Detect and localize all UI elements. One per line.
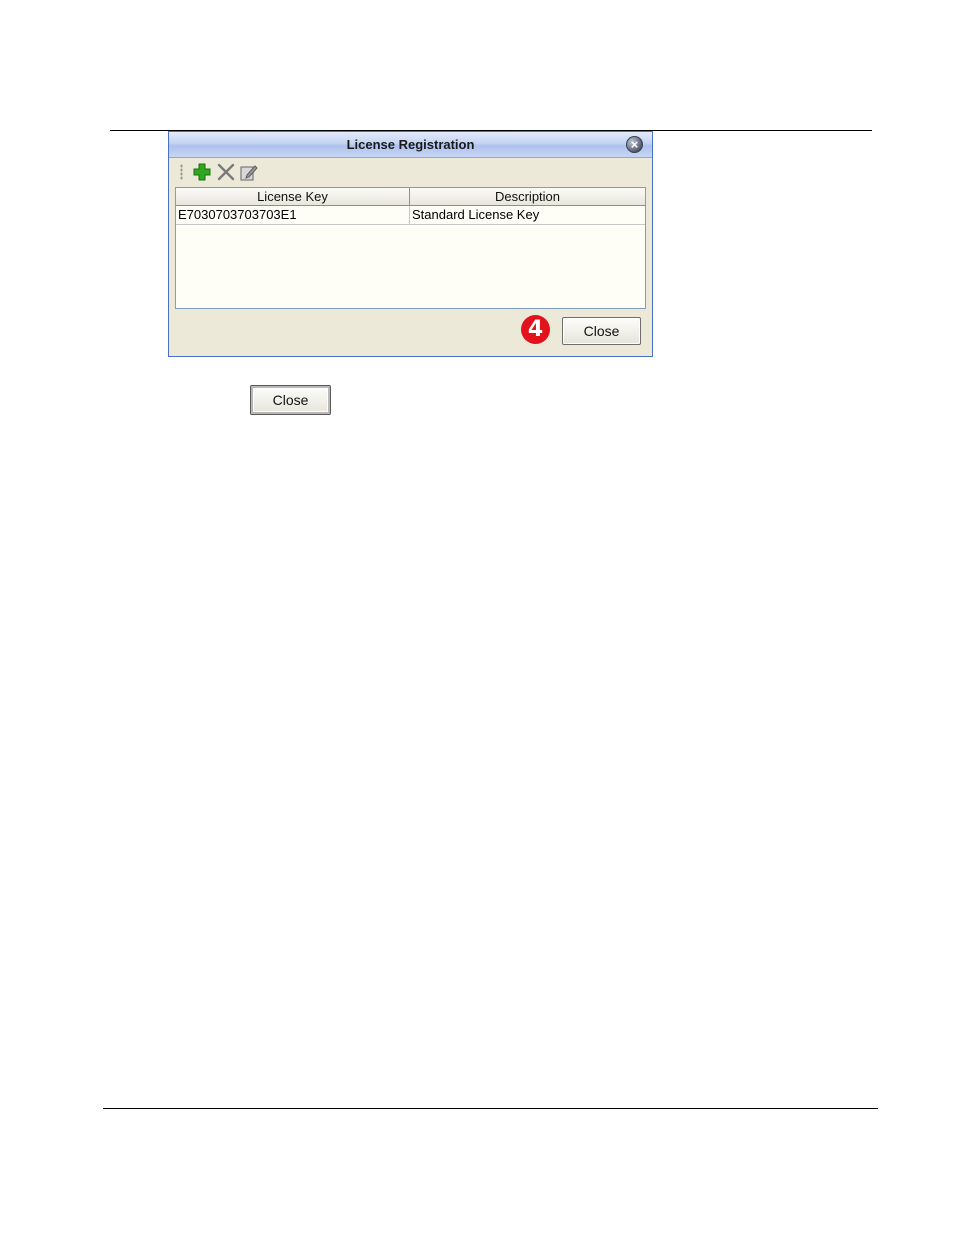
cell-license-key: E7030703703703E1: [176, 206, 410, 224]
table-row[interactable]: E7030703703703E1 Standard License Key: [176, 206, 645, 225]
toolbar: [177, 161, 297, 183]
callout-badge: 4: [521, 315, 550, 344]
column-header-license-key[interactable]: License Key: [176, 188, 410, 206]
close-icon[interactable]: ×: [626, 136, 643, 153]
delete-icon[interactable]: [215, 161, 237, 183]
dialog-titlebar[interactable]: License Registration ×: [169, 132, 652, 158]
cell-description: Standard License Key: [412, 207, 540, 222]
column-header-description[interactable]: Description: [410, 188, 645, 206]
toolbar-grip[interactable]: [180, 164, 183, 180]
license-registration-dialog: License Registration × License Key Descr…: [168, 131, 653, 357]
add-icon[interactable]: [191, 161, 213, 183]
license-table: License Key Description E7030703703703E1…: [175, 187, 646, 309]
edit-icon[interactable]: [238, 161, 260, 183]
bottom-rule: [103, 1108, 878, 1109]
table-header: License Key Description: [176, 188, 645, 206]
close-button[interactable]: Close: [250, 385, 331, 415]
dialog-title: License Registration: [346, 137, 475, 152]
dialog-close-button[interactable]: Close: [562, 317, 641, 345]
